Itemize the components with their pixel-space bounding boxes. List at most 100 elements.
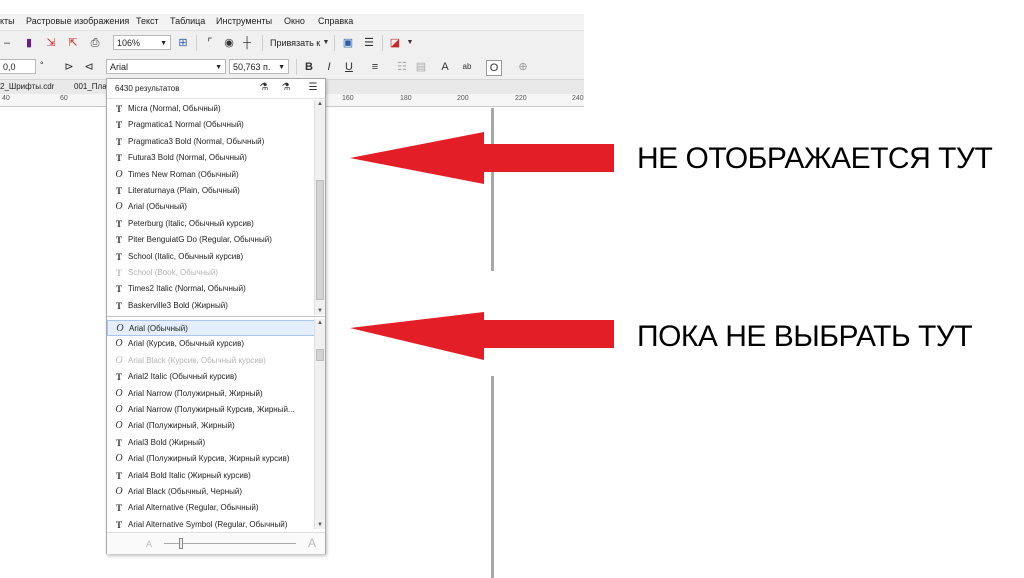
font-list-item[interactable]: T Futura3 Bold (Normal, Обычный) <box>107 150 315 166</box>
font-list-item[interactable]: O Arial Narrow (Полужирный Курсив, Жирный… <box>107 402 315 418</box>
standard-toolbar: – ▮ ⇲ ⇱ ⎙ 106% ▼ ⊞ ⌜ ◉ ┼ Привязать к ▼ ▣… <box>0 30 584 56</box>
scroll-up-icon[interactable]: ▲ <box>315 320 325 326</box>
font-list-item[interactable]: T Arial Alternative Symbol (Regular, Обыч… <box>107 517 315 533</box>
opentype-icon: O <box>115 420 123 432</box>
large-text-size-icon[interactable]: A <box>305 536 319 550</box>
full-screen-icon[interactable]: ⌜ <box>203 36 217 50</box>
arrow-pointing-left-top <box>350 132 614 184</box>
font-list-item[interactable]: T Pragmatica1 Normal (Обычный) <box>107 117 315 133</box>
launcher-icon[interactable]: ◪ <box>388 36 402 50</box>
menu-item-table[interactable]: Таблица <box>170 16 205 26</box>
font-size-value: 50,763 п. <box>233 62 271 72</box>
font-name: Arial (Обычный) <box>129 324 188 333</box>
menu-item-text[interactable]: Текст <box>136 16 159 26</box>
menu-item-help[interactable]: Справка <box>318 16 353 26</box>
mirror-horizontal-icon[interactable]: ⊳ <box>62 60 76 74</box>
import-icon[interactable]: ⇲ <box>44 36 58 50</box>
font-list-item[interactable]: O Arial (Обычный) <box>107 320 315 337</box>
add-icon[interactable]: ⊕ <box>516 60 530 74</box>
snap-to-button[interactable]: Привязать к <box>270 38 320 48</box>
menu-item-tools[interactable]: Инструменты <box>216 16 272 26</box>
tab-second-doc[interactable]: 001_Пла <box>74 82 107 91</box>
italic-icon[interactable]: I <box>322 60 336 74</box>
font-name: Arial Narrow (Полужирный Курсив, Жирный.… <box>128 404 295 414</box>
font-list-item[interactable]: T Micra (Normal, Обычный) <box>107 101 315 117</box>
recent-fonts-scrollbar[interactable]: ▲ ▼ <box>314 100 325 315</box>
font-list-item[interactable]: T School (Book, Обычный) <box>107 265 315 281</box>
opentype-icon: O <box>115 387 123 399</box>
corel-logo-icon[interactable]: ▮ <box>22 36 36 50</box>
font-list-item[interactable]: O Arial Black (Обычный, Черный) <box>107 484 315 500</box>
font-list-item[interactable]: T Peterburg (Italic, Обычный курсив) <box>107 216 315 232</box>
text-align-icon[interactable]: ≡ <box>368 60 382 74</box>
tab-fonts-doc[interactable]: 2_Шрифты.cdr <box>0 82 54 91</box>
zoom-fit-icon[interactable]: ⊞ <box>176 36 190 50</box>
font-list-item[interactable]: T Baskerville3 Bold (Жирный) <box>107 298 315 314</box>
menu-item-window[interactable]: Окно <box>284 16 305 26</box>
font-name: Arial (Курсив, Обычный курсив) <box>128 339 244 349</box>
font-size-box[interactable]: 50,763 п. ▼ <box>229 59 289 74</box>
scroll-thumb[interactable] <box>316 180 324 300</box>
font-list-item[interactable]: T Pragmatica3 Bold (Normal, Обычный) <box>107 134 315 150</box>
truetype-icon: T <box>115 284 122 295</box>
opentype-icon[interactable]: O <box>486 60 502 76</box>
font-list-item[interactable]: T Piter BenguiatG Do (Regular, Обычный) <box>107 232 315 248</box>
results-count: 6430 результатов <box>115 84 180 93</box>
font-list-item[interactable]: O Arial Narrow (Полужирный, Жирный) <box>107 386 315 402</box>
font-list-item[interactable]: T School (Italic, Обычный курсив) <box>107 249 315 265</box>
zoom-select[interactable]: 106% ▼ <box>113 35 171 50</box>
font-list-item[interactable]: T Literaturnaya (Plain, Обычный) <box>107 183 315 199</box>
menu-item-bitmaps[interactable]: Растровые изображения <box>26 16 129 26</box>
font-list-dropdown[interactable]: 6430 результатов ⚗ ⚗ ☰ T Micra (Normal, О… <box>106 78 326 554</box>
underline-icon[interactable]: U <box>342 60 356 74</box>
filter-icon[interactable]: ⚗ <box>257 81 271 95</box>
list-view-icon[interactable]: ☰ <box>306 81 320 95</box>
slider-handle[interactable] <box>179 538 183 549</box>
export-icon[interactable]: ⇱ <box>66 36 80 50</box>
font-list-item[interactable]: T Arial4 Bold Italic (Жирный курсив) <box>107 468 315 484</box>
scroll-thumb[interactable] <box>316 349 324 361</box>
show-rulers-icon[interactable]: ◉ <box>222 36 236 50</box>
font-list-item[interactable]: O Arial (Полужирный Курсив, Жирный курсив… <box>107 451 315 467</box>
truetype-icon: T <box>115 136 122 147</box>
scroll-down-icon[interactable]: ▼ <box>315 308 325 314</box>
chevron-down-icon[interactable]: ▼ <box>319 36 333 50</box>
mirror-vertical-icon[interactable]: ⊲ <box>82 60 96 74</box>
all-fonts-scrollbar[interactable]: ▲ ▼ <box>314 319 325 529</box>
text-properties-icon[interactable]: A <box>438 60 452 74</box>
separator <box>196 35 197 51</box>
filter-clear-icon[interactable]: ⚗ <box>279 81 293 95</box>
opentype-icon: O <box>115 485 123 497</box>
font-name: Times2 Italic (Normal, Обычный) <box>128 284 246 294</box>
bold-icon[interactable]: B <box>302 60 316 74</box>
font-list-item[interactable]: T Arial3 Bold (Жирный) <box>107 435 315 451</box>
edit-text-icon[interactable]: ab <box>460 60 474 74</box>
font-list-item[interactable]: O Times New Roman (Обычный) <box>107 167 315 183</box>
small-text-size-icon[interactable]: A <box>142 537 156 551</box>
bullet-list-icon[interactable]: ☷ <box>395 60 409 74</box>
font-name-value: Arial <box>110 62 129 72</box>
font-list-item[interactable]: T Arial2 Italic (Обычный курсив) <box>107 369 315 385</box>
property-bar: 0,0 ° ⊳ ⊲ Arial ▼ 50,763 п. ▼ B I U ≡ ☷ … <box>0 55 584 80</box>
font-list-box[interactable]: Arial ▼ <box>106 59 226 74</box>
font-list-item[interactable]: T Arial Alternative (Regular, Обычный) <box>107 500 315 516</box>
scroll-down-icon[interactable]: ▼ <box>315 522 325 528</box>
annotation-arrow-shape <box>350 132 614 184</box>
rotation-field[interactable]: 0,0 <box>0 59 36 74</box>
font-list-item[interactable]: O Arial (Полужирный, Жирный) <box>107 418 315 434</box>
minus-icon[interactable]: – <box>0 36 14 50</box>
guidelines-icon[interactable]: ┼ <box>240 36 254 50</box>
publish-icon[interactable]: ⎙ <box>88 36 102 50</box>
align-icon[interactable]: ☰ <box>362 36 376 50</box>
font-list-item[interactable]: O Arial (Обычный) <box>107 199 315 215</box>
font-list-item[interactable]: T Times2 Italic (Normal, Обычный) <box>107 281 315 297</box>
ruler-label: 220 <box>515 95 527 102</box>
font-list-item[interactable]: O Arial (Курсив, Обычный курсив) <box>107 336 315 352</box>
options-icon[interactable]: ▣ <box>341 36 355 50</box>
menu-item-objects[interactable]: кты <box>0 16 15 26</box>
drop-cap-icon[interactable]: ▤ <box>414 60 428 74</box>
preview-size-slider[interactable] <box>164 543 296 544</box>
font-list-item[interactable]: O Arial Black (Курсив, Обычный курсив) <box>107 353 315 369</box>
chevron-down-icon[interactable]: ▼ <box>403 36 417 50</box>
scroll-up-icon[interactable]: ▲ <box>315 101 325 107</box>
